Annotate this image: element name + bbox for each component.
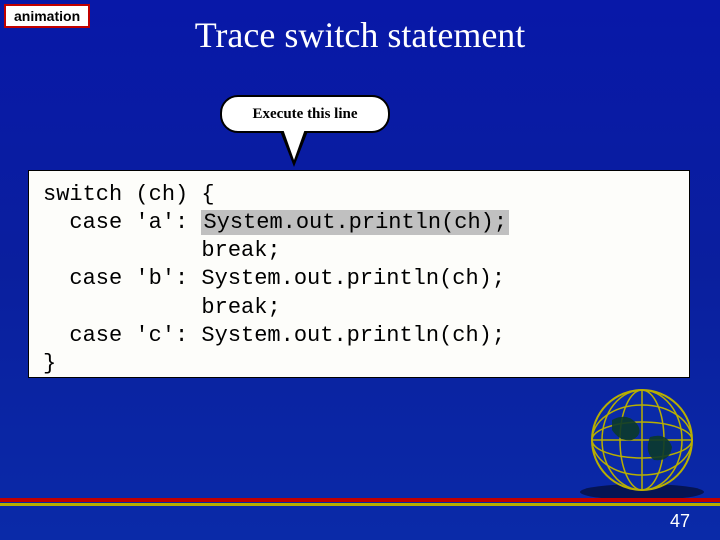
slide-title: Trace switch statement: [195, 14, 526, 56]
code-line-5a: break: [43, 295, 267, 320]
code-line-1: switch (ch) {: [43, 182, 215, 207]
callout-text: Execute this line: [253, 106, 358, 123]
footer-divider-red: [0, 498, 720, 502]
code-line-4: case 'b': System.out.println(ch);: [43, 266, 505, 291]
animation-tag: animation: [4, 4, 90, 28]
code-line-3: break;: [43, 238, 281, 263]
code-line-6: case 'c': System.out.println(ch);: [43, 323, 505, 348]
footer-divider-gold: [0, 503, 720, 506]
page-number: 47: [670, 511, 690, 532]
code-block: switch (ch) { case 'a': System.out.print…: [28, 170, 690, 378]
callout-bubble: Execute this line: [220, 95, 390, 133]
code-line-2a: case 'a':: [43, 210, 201, 235]
code-line-7: }: [43, 351, 56, 376]
code-line-2b-highlight: System.out.println(ch);: [201, 210, 509, 235]
code-line-5b: ;: [267, 295, 280, 320]
globe-icon: [572, 382, 712, 502]
